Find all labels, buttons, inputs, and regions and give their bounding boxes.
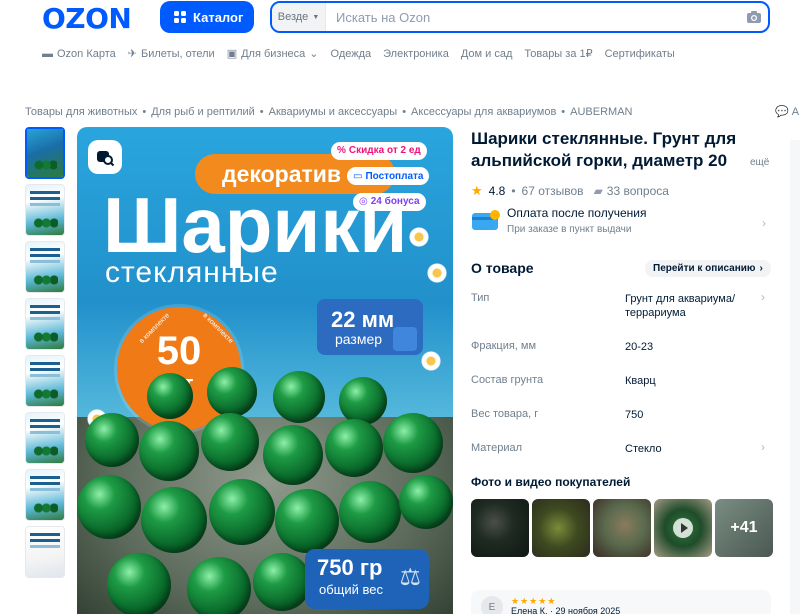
payment-title: Оплата после получения — [507, 206, 647, 220]
chevron-right-icon: › — [759, 263, 763, 274]
thumbnail[interactable] — [25, 127, 65, 179]
side-panel-edge — [790, 140, 800, 614]
thumbnail[interactable] — [25, 298, 65, 350]
about-heading: О товаре — [471, 260, 534, 276]
image-search-icon — [97, 151, 115, 167]
go-to-description-button[interactable]: Перейти к описанию › — [645, 260, 771, 277]
customer-photo[interactable] — [593, 499, 651, 557]
nav-item-certificates[interactable]: Сертификаты — [605, 48, 675, 60]
breadcrumb-item[interactable]: Для рыб и рептилий — [151, 106, 255, 118]
ugc-heading: Фото и видео покупателей — [471, 475, 631, 489]
size-label: размер — [335, 331, 383, 347]
bonus-badge[interactable]: ◎ 24 бонуса — [353, 192, 426, 211]
thumbnail[interactable] — [25, 241, 65, 293]
briefcase-icon: ▣ — [226, 48, 238, 60]
play-icon — [673, 518, 693, 538]
nav-item-ozon-card[interactable]: ▬ Ozon Карта — [42, 48, 116, 60]
share-button[interactable]: 💬 A — [775, 105, 799, 119]
nav-item-clothes[interactable]: Одежда — [331, 48, 372, 60]
nav-item-home[interactable]: Дом и сад — [461, 48, 513, 60]
customer-photo[interactable] — [471, 499, 529, 557]
breadcrumb: Товары для животных • Для рыб и рептилий •… — [25, 106, 633, 118]
search-bar: Везде ▼ — [270, 1, 770, 33]
customer-video[interactable] — [654, 499, 712, 557]
reviews-link[interactable]: 67 отзывов — [522, 184, 584, 198]
chevron-right-icon: › — [761, 290, 765, 304]
card-icon: ▬ — [42, 47, 53, 60]
breadcrumb-item[interactable]: Товары для животных — [25, 106, 137, 118]
caret-down-icon: ▼ — [312, 13, 320, 21]
camera-icon[interactable] — [740, 10, 768, 24]
weight-label: общий вес — [319, 582, 383, 597]
thumbnail[interactable] — [25, 355, 65, 407]
nav-item-tickets[interactable]: ✈ Билеты, отели — [127, 47, 215, 61]
nav-item-electronics[interactable]: Электроника — [383, 48, 449, 60]
scales-icon: ⚖ — [399, 564, 421, 591]
rating-row: ★ 4.8 • 67 отзывов ▰ 33 вопроса — [471, 183, 669, 198]
spec-row: Состав грунта Кварц — [471, 374, 656, 387]
chat-icon: ▰ — [593, 184, 603, 198]
ozon-logo[interactable]: OZON — [42, 2, 132, 35]
flower-icon — [427, 263, 447, 283]
star-icon: ★ — [471, 183, 483, 198]
top-nav: ▬ Ozon Карта ✈ Билеты, отели ▣ Для бизнеса ⌄… — [42, 47, 675, 61]
spec-row: Фракция, мм 20-23 — [471, 340, 654, 353]
catalog-button[interactable]: Каталог — [160, 1, 254, 33]
review-author-date: Елена К. · 29 ноября 2025 — [511, 606, 621, 614]
avatar: Е — [481, 596, 503, 614]
catalog-label: Каталог — [193, 9, 244, 25]
grid-icon — [174, 11, 186, 23]
payment-on-delivery[interactable]: Оплата после получения При заказе в пунк… — [471, 206, 771, 242]
plane-icon: ✈ — [127, 48, 137, 60]
thumbnail[interactable] — [25, 412, 65, 464]
ugc-gallery: +41 — [471, 499, 773, 557]
nav-item-business[interactable]: ▣ Для бизнеса ⌄ — [226, 47, 319, 61]
search-scope-label: Везде — [277, 11, 309, 23]
promo-badges: % Скидка от 2 ед ▭ Постоплата ◎ 24 бонуса — [331, 140, 451, 217]
product-title: Шарики стеклянные. Грунт для альпийской … — [471, 129, 737, 170]
customer-photo[interactable] — [532, 499, 590, 557]
flower-icon — [409, 227, 429, 247]
review-card[interactable]: Е ★★★★★ Елена К. · 29 ноября 2025 — [471, 590, 771, 614]
diagonal-arrow-icon — [393, 327, 417, 351]
more-photos-button[interactable]: +41 — [715, 499, 773, 557]
rating-value: 4.8 — [488, 184, 506, 198]
credit-card-icon — [472, 210, 500, 230]
weight-value: 750 гр — [317, 555, 383, 580]
image-search-button[interactable] — [88, 140, 122, 174]
thumbnail-strip — [25, 127, 67, 583]
percent-icon: % — [337, 145, 346, 156]
breadcrumb-item[interactable]: Аксессуары для аквариумов — [411, 106, 556, 118]
thumbnail[interactable] — [25, 469, 65, 521]
nav-item-1rub[interactable]: Товары за 1₽ — [524, 47, 592, 60]
search-input[interactable] — [326, 3, 740, 31]
spec-row: Тип Грунт для аквариума/ террариума › — [471, 290, 765, 319]
title-more-link[interactable]: ещё — [750, 157, 769, 168]
chevron-right-icon: › — [761, 440, 765, 454]
bonus-icon: ◎ — [359, 196, 368, 207]
chevron-right-icon: › — [762, 216, 766, 230]
count-number: 50 — [156, 329, 202, 373]
thumbnail[interactable] — [25, 184, 65, 236]
breadcrumb-item[interactable]: Аквариумы и аксессуары — [269, 106, 398, 118]
card-icon: ▭ — [353, 170, 363, 182]
payment-subtitle: При заказе в пункт выдачи — [507, 224, 632, 235]
size-value: 22 мм — [331, 307, 395, 332]
chevron-down-icon: ⌄ — [309, 48, 319, 60]
breadcrumb-item[interactable]: AUBERMAN — [570, 106, 632, 118]
postpay-badge[interactable]: ▭ Постоплата — [347, 167, 430, 185]
image-subheadline: стеклянные — [105, 256, 279, 289]
chat-icon: 💬 — [775, 106, 789, 118]
size-badge: 22 мм размер — [317, 299, 423, 355]
spec-row: Материал Стекло › — [471, 440, 765, 455]
specs-list: Тип Грунт для аквариума/ террариума › Фр… — [471, 288, 771, 472]
weight-badge: 750 гр общий вес ⚖ — [305, 549, 429, 609]
spec-row: Вес товара, г 750 — [471, 408, 644, 421]
thumbnail[interactable] — [25, 526, 65, 578]
discount-badge[interactable]: % Скидка от 2 ед — [331, 141, 427, 160]
questions-link[interactable]: ▰ 33 вопроса — [594, 184, 669, 198]
search-scope-select[interactable]: Везде ▼ — [272, 3, 326, 31]
